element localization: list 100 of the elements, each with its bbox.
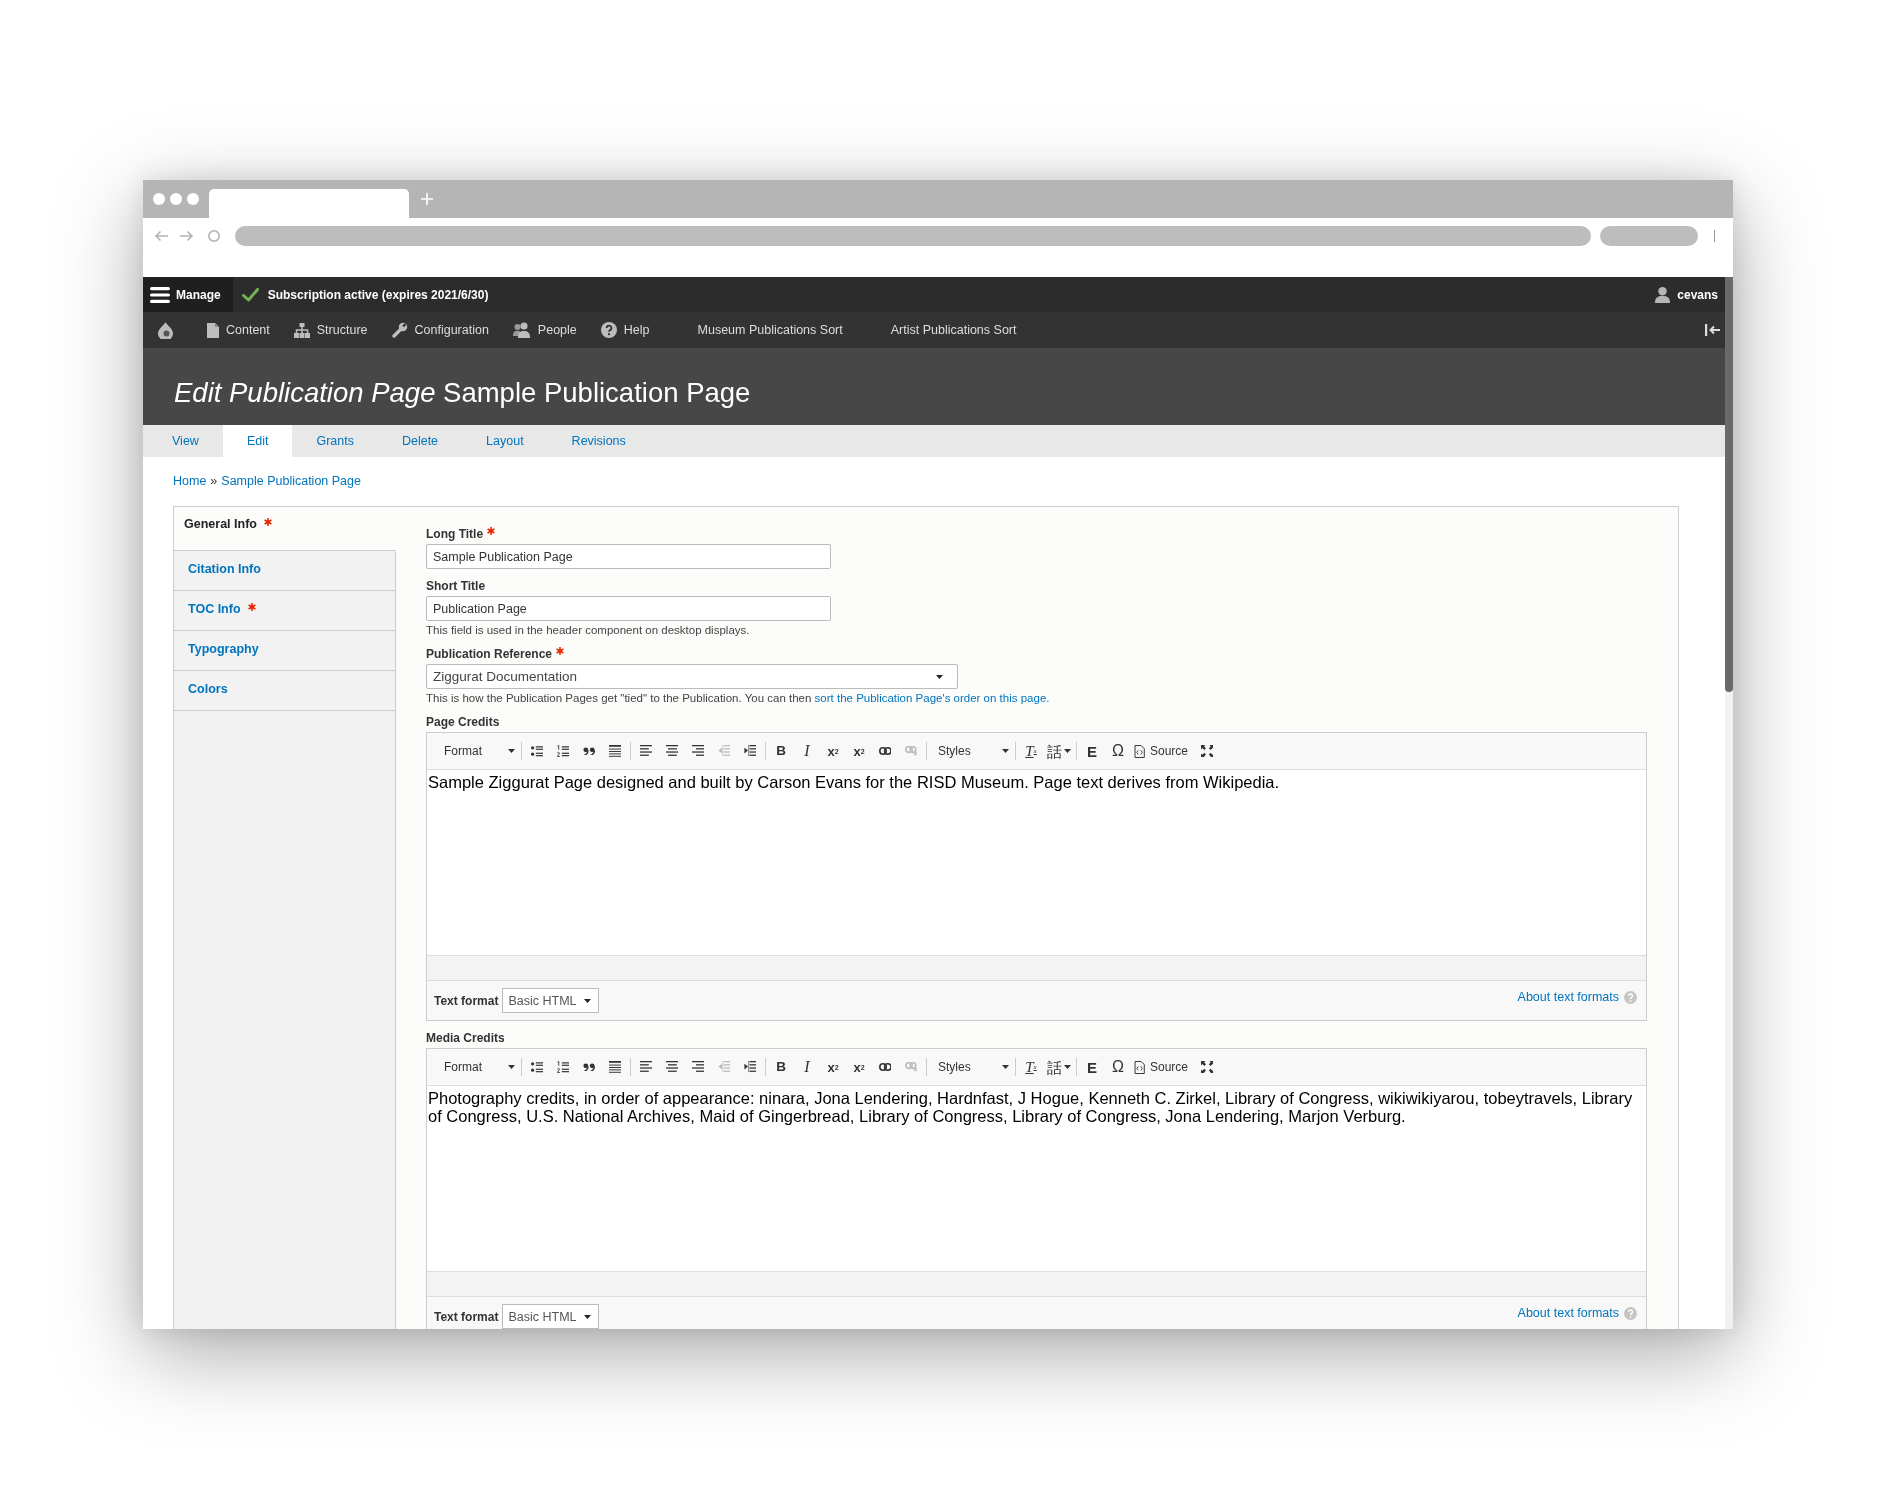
e-button[interactable]: E [1079,738,1105,764]
caret-icon [936,674,943,679]
select-field[interactable]: Ziggurat Documentation [426,664,958,689]
special-character-button[interactable]: Ω [1105,738,1131,764]
source-button[interactable]: Source [1131,1054,1195,1080]
scrollbar-thumb[interactable] [1725,277,1733,692]
sort-order-link[interactable]: sort the Publication Page's order on this page. [814,692,1050,704]
maximize-icon [1200,1060,1214,1074]
vertical-tab[interactable]: Colors [174,671,396,711]
unlink-icon [904,1062,918,1072]
link-icon [878,747,892,755]
bulleted-list-icon [530,1061,544,1073]
align-right-icon [691,745,705,757]
bold-button[interactable]: B [768,1054,794,1080]
numbered-list-icon [556,1061,570,1073]
breadcrumb-link[interactable]: Sample Publication Page [221,472,361,490]
subscription-status: Subscription active (expires 2021/6/30) [267,287,489,302]
source-button[interactable]: Source [1131,738,1195,764]
about-text-formats-link[interactable]: About text formats [1517,1306,1619,1320]
tab[interactable]: Delete [377,425,463,457]
vertical-tab[interactable]: Typography [174,631,396,671]
text-format-label: Text format [434,993,499,1008]
format-dropdown[interactable]: Format [435,1054,519,1080]
help-icon [600,322,617,338]
align-center-icon [665,745,679,757]
text-format-select[interactable]: Basic HTML [502,988,600,1013]
caret-icon [584,1314,592,1319]
field-description: This is how the Publication Pages get "tied" to the Publication. You can then sort the Publication Page's order on this page. [426,691,1051,705]
tab[interactable]: Layout [462,425,548,457]
language-button[interactable]: 話 [1044,1054,1074,1080]
align-center-icon [665,1061,679,1073]
vertical-tab[interactable]: General Info [174,507,396,551]
text-input-field[interactable]: Sample Publication Page [426,544,831,569]
field-description: This field is used in the header component on desktop displays. [426,623,751,637]
italic-button[interactable]: I [794,738,820,764]
menu-link[interactable]: Museum Publications Sort [673,323,867,337]
about-text-formats-link[interactable]: About text formats [1517,990,1619,1004]
tab[interactable]: Revisions [547,425,650,457]
special-character-button[interactable]: Ω [1105,1054,1131,1080]
styles-dropdown[interactable]: Styles [929,1054,1013,1080]
vertical-tab[interactable]: TOC Info [174,591,396,631]
menu-link[interactable]: Content [195,322,282,338]
window-dot-icon[interactable] [153,193,165,205]
bold-button[interactable]: B [768,738,794,764]
menu-link[interactable]: People [500,322,589,338]
collapse-icon[interactable] [1705,324,1720,336]
check-icon [241,287,259,302]
drop-icon[interactable] [158,321,173,339]
caret-icon [584,998,592,1003]
field-label: Media Credits [426,1030,505,1046]
e-button[interactable]: E [1079,1054,1105,1080]
unlink-icon [904,746,918,756]
text-input-field[interactable]: Publication Page [426,596,831,621]
window-dot-icon[interactable] [187,193,199,205]
sitemap-icon [293,322,310,338]
menu-link[interactable]: Configuration [379,322,501,338]
align-left-icon [639,745,653,757]
format-dropdown[interactable]: Format [435,738,519,764]
menu-link[interactable]: Structure [281,322,380,338]
outdent-icon [717,1061,731,1073]
tab[interactable]: View [148,425,223,457]
user-icon [1655,286,1671,303]
window-dot-icon[interactable] [170,193,182,205]
language-button[interactable]: 話 [1044,738,1074,764]
tab[interactable]: Grants [292,425,378,457]
menu-link[interactable]: Artist Publications Sort [866,323,1041,337]
document-code-icon [1134,1060,1145,1074]
outdent-icon [717,745,731,757]
bulleted-list-icon [530,745,544,757]
manage-button[interactable]: Manage [143,277,233,312]
caret-icon [1064,749,1071,753]
caret-icon [1002,749,1009,753]
tab[interactable]: Edit [222,425,293,457]
text-format-select[interactable]: Basic HTML [502,1304,600,1329]
styles-dropdown[interactable]: Styles [929,738,1013,764]
maximize-icon [1200,744,1214,758]
field-label: Page Credits [426,714,500,730]
caret-icon [1064,1065,1071,1069]
menu-link[interactable]: Help [588,322,662,338]
italic-button[interactable]: I [794,1054,820,1080]
caret-icon [508,1065,515,1069]
menu-icon[interactable] [150,286,170,303]
user-link[interactable]: cevans [1655,286,1718,303]
indent-icon [743,745,757,757]
vertical-tab[interactable]: Citation Info [174,551,396,591]
address-field[interactable] [235,226,1591,246]
breadcrumb-link[interactable]: Home [173,472,207,490]
scrollbar[interactable] [1725,277,1733,1329]
blockquote-icon [582,746,596,756]
blockquote-icon [582,1062,596,1072]
align-right-icon [691,1061,705,1073]
horizontal-rule-icon [608,745,622,757]
field-label: Publication Reference [426,646,553,662]
horizontal-rule-icon [608,1061,622,1073]
people-icon [512,322,531,338]
superscript-button[interactable]: x$^{2}$ [820,738,846,764]
superscript-button[interactable]: x$^{2}$ [820,1054,846,1080]
page-title: Edit Publication Page Sample Publication Page [174,376,751,409]
search-field[interactable] [1600,226,1698,246]
text-format-label: Text format [434,1309,499,1324]
